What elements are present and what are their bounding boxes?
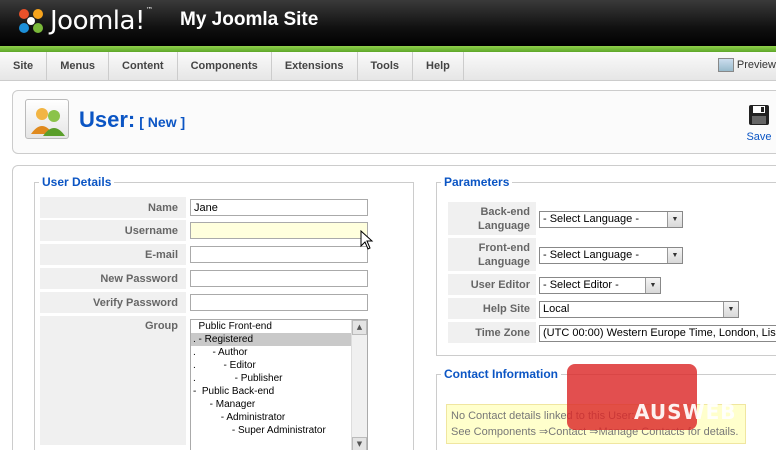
joomla-logo-icon [16,6,46,36]
chevron-down-icon: ▼ [667,247,682,263]
preview-label: Preview [736,59,776,71]
preview-link[interactable]: Preview [717,58,776,72]
save-button[interactable]: Save [741,103,776,143]
group-option-selected[interactable]: . - Registered [191,333,351,346]
group-option[interactable]: - Super Administrator [191,424,351,437]
username-row: Username [40,220,370,242]
group-label: Group [40,316,186,446]
chevron-down-icon: ▼ [667,211,682,227]
group-option[interactable]: . - Author [191,346,351,359]
username-field[interactable] [190,222,368,239]
joomla-logo[interactable]: Joomla!™ [16,6,153,36]
menu-item-menus[interactable]: Menus [47,52,110,81]
scroll-up-icon[interactable]: ▲ [352,320,367,335]
email-row: E-mail [40,244,370,266]
group-option[interactable]: Public Front-end [191,320,351,333]
user-icon [25,99,69,139]
name-row: Name [40,197,370,219]
email-label: E-mail [40,244,186,266]
frontend-language-row: Front-end Language - Select Language - ▼ [448,238,683,272]
scroll-down-icon[interactable]: ▼ [352,437,367,450]
verify-password-row: Verify Password [40,292,370,314]
group-listbox[interactable]: Public Front-end . - Registered . - Auth… [190,319,368,450]
name-field[interactable] [190,199,368,216]
backend-language-select[interactable]: - Select Language - ▼ [539,210,683,228]
main-menubar: Site Menus Content Components Extensions… [0,52,776,81]
help-site-row: Help Site Local ▼ [448,298,739,320]
menu-item-extensions[interactable]: Extensions [272,52,358,81]
new-password-label: New Password [40,268,186,290]
group-option[interactable]: - Administrator [191,411,351,424]
menu-item-content[interactable]: Content [109,52,178,81]
menu-item-site[interactable]: Site [0,52,48,81]
group-option[interactable]: - Public Back-end [191,385,351,398]
admin-header: Joomla!™ My Joomla Site [0,0,776,52]
time-zone-select[interactable]: (UTC 00:00) Western Europe Time, London,… [539,324,776,342]
chevron-down-icon: ▼ [645,277,660,293]
group-option[interactable]: . - Publisher [191,372,351,385]
save-label: Save [746,131,772,143]
group-option[interactable]: - Manager [191,398,351,411]
new-password-field[interactable] [190,270,368,287]
frontend-language-label: Front-end Language [448,238,536,272]
user-details-legend: User Details [39,175,115,189]
time-zone-row: Time Zone (UTC 00:00) Western Europe Tim… [448,322,776,344]
name-label: Name [40,197,186,219]
verify-password-label: Verify Password [40,292,186,314]
logo-text: Joomla!™ [50,6,153,36]
chevron-down-icon: ▼ [723,301,738,317]
email-field[interactable] [190,246,368,263]
verify-password-field[interactable] [190,294,368,311]
group-scrollbar[interactable]: ▲ ▼ [351,320,367,450]
page-title: User:[ New ] [79,107,186,132]
menu-item-help[interactable]: Help [413,52,464,81]
backend-language-label: Back-end Language [448,202,536,236]
help-site-label: Help Site [448,298,536,320]
contact-information-legend: Contact Information [441,367,561,381]
menu-item-components[interactable]: Components [178,52,272,81]
user-editor-select[interactable]: - Select Editor - ▼ [539,276,661,294]
user-editor-row: User Editor - Select Editor - ▼ [448,274,661,296]
menu-item-tools[interactable]: Tools [358,52,414,81]
parameters-legend: Parameters [441,175,513,189]
backend-language-row: Back-end Language - Select Language - ▼ [448,202,683,236]
username-label: Username [40,220,186,242]
frontend-language-select[interactable]: - Select Language - ▼ [539,246,683,264]
toolbar-panel: User:[ New ] Save [12,90,776,154]
mouse-cursor-icon [360,229,374,250]
floppy-disk-icon [747,103,771,127]
preview-icon [717,58,734,72]
user-editor-label: User Editor [448,274,536,296]
time-zone-label: Time Zone [448,322,536,344]
new-password-row: New Password [40,268,370,290]
page-subtitle: [ New ] [139,114,186,130]
site-title: My Joomla Site [180,9,319,30]
help-site-select[interactable]: Local ▼ [539,300,739,318]
group-option[interactable]: . - Editor [191,359,351,372]
watermark-text: AUSWEB [634,400,737,424]
menu-list: Site Menus Content Components Extensions… [0,52,776,81]
